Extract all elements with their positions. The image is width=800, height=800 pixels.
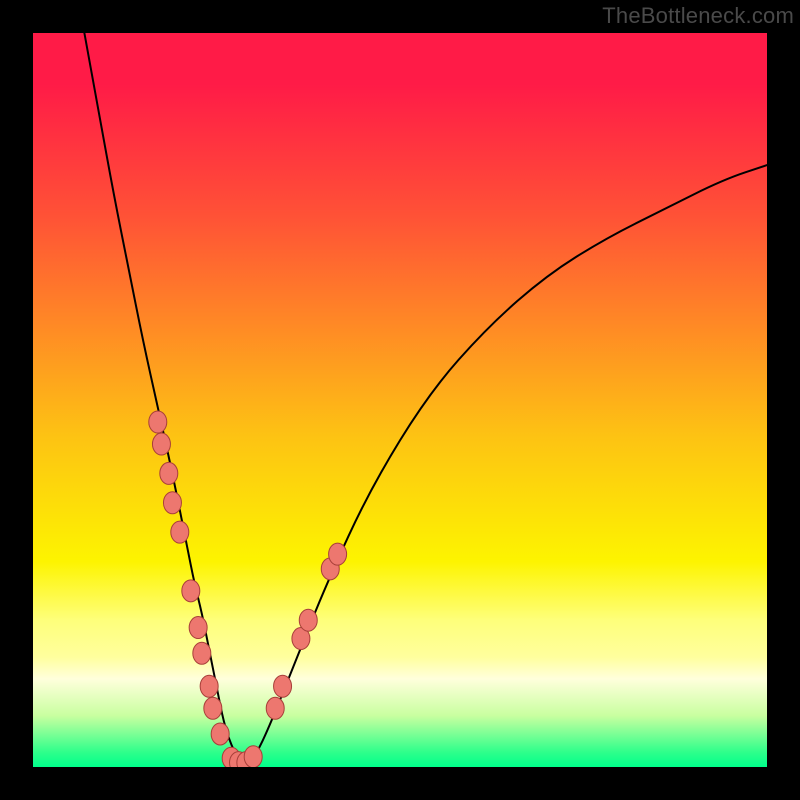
plot-area xyxy=(33,33,767,767)
marker-dot xyxy=(193,642,211,664)
marker-dot xyxy=(204,697,222,719)
marker-dot xyxy=(182,580,200,602)
marker-dot xyxy=(152,433,170,455)
marker-dot xyxy=(149,411,167,433)
bottleneck-curve xyxy=(84,33,767,765)
marker-dot xyxy=(160,462,178,484)
marker-dot xyxy=(266,697,284,719)
curve-layer xyxy=(33,33,767,767)
marker-dot xyxy=(189,617,207,639)
curve-markers xyxy=(149,411,347,767)
marker-dot xyxy=(200,675,218,697)
watermark-text: TheBottleneck.com xyxy=(602,3,794,29)
marker-dot xyxy=(299,609,317,631)
chart-frame: TheBottleneck.com xyxy=(0,0,800,800)
marker-dot xyxy=(211,723,229,745)
marker-dot xyxy=(163,492,181,514)
marker-dot xyxy=(274,675,292,697)
marker-dot xyxy=(244,746,262,767)
marker-dot xyxy=(171,521,189,543)
marker-dot xyxy=(329,543,347,565)
